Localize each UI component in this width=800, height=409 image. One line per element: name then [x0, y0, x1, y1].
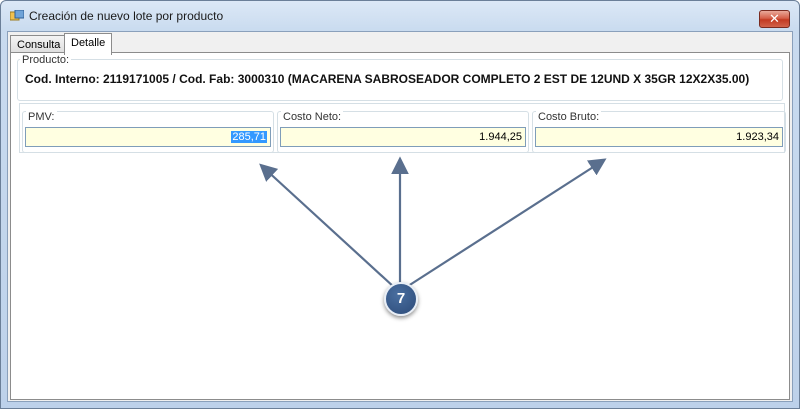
- costo-bruto-label: Costo Bruto:: [536, 111, 602, 123]
- costo-neto-input[interactable]: 1.944,25: [280, 127, 526, 147]
- client-area: Consulta Detalle Producto: Cod. Interno:…: [7, 31, 793, 402]
- pmv-value: 285,71: [231, 131, 267, 143]
- close-icon: ✕: [769, 11, 780, 26]
- close-button[interactable]: ✕: [759, 10, 790, 28]
- app-window-icon: [10, 10, 24, 21]
- costo-neto-label: Costo Neto:: [281, 111, 344, 123]
- tab-page-detalle: Producto: Cod. Interno: 2119171005 / Cod…: [10, 52, 790, 400]
- callout-badge: 7: [384, 282, 418, 316]
- pmv-input[interactable]: 285,71: [25, 127, 271, 147]
- pmv-label: PMV:: [26, 111, 57, 123]
- app-window: Creación de nuevo lote por producto ✕ Co…: [0, 0, 800, 409]
- tab-consulta[interactable]: Consulta: [10, 35, 68, 53]
- title-bar[interactable]: Creación de nuevo lote por producto ✕: [1, 1, 799, 31]
- producto-label: Producto:: [20, 54, 72, 66]
- producto-description: Cod. Interno: 2119171005 / Cod. Fab: 300…: [25, 72, 750, 86]
- window-title: Creación de nuevo lote por producto: [29, 9, 224, 23]
- costo-bruto-input[interactable]: 1.923,34: [535, 127, 783, 147]
- tab-detalle[interactable]: Detalle: [64, 33, 113, 55]
